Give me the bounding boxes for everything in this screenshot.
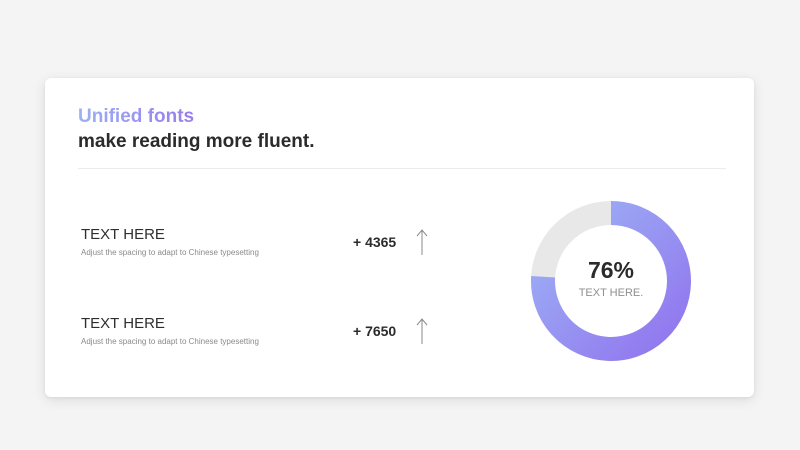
stat-value: + 7650: [353, 323, 397, 339]
stat-row: TEXT HERE Adjust the spacing to adapt to…: [81, 226, 441, 266]
heading: Unified fonts make reading more fluent.: [78, 106, 315, 154]
donut-chart: 76% TEXT HERE.: [529, 199, 693, 363]
donut-center: 76% TEXT HERE.: [529, 199, 693, 363]
donut-value: 76%: [587, 257, 635, 283]
content-card: Unified fonts make reading more fluent. …: [45, 78, 754, 397]
donut-label: TEXT HERE.: [578, 287, 644, 299]
stat-value: + 4365: [353, 234, 397, 250]
heading-main-text: make reading more fluent.: [78, 131, 315, 152]
stat-subtitle: Adjust the spacing to adapt to Chinese t…: [81, 248, 259, 257]
arrow-up-icon: [416, 229, 428, 255]
stat-row: TEXT HERE Adjust the spacing to adapt to…: [81, 315, 441, 355]
arrow-up-icon: [416, 318, 428, 344]
stat-title: TEXT HERE: [81, 226, 165, 243]
divider: [78, 168, 726, 169]
stat-title: TEXT HERE: [81, 315, 165, 332]
heading-accent-text: Unified fonts: [78, 106, 195, 127]
stat-subtitle: Adjust the spacing to adapt to Chinese t…: [81, 337, 259, 346]
